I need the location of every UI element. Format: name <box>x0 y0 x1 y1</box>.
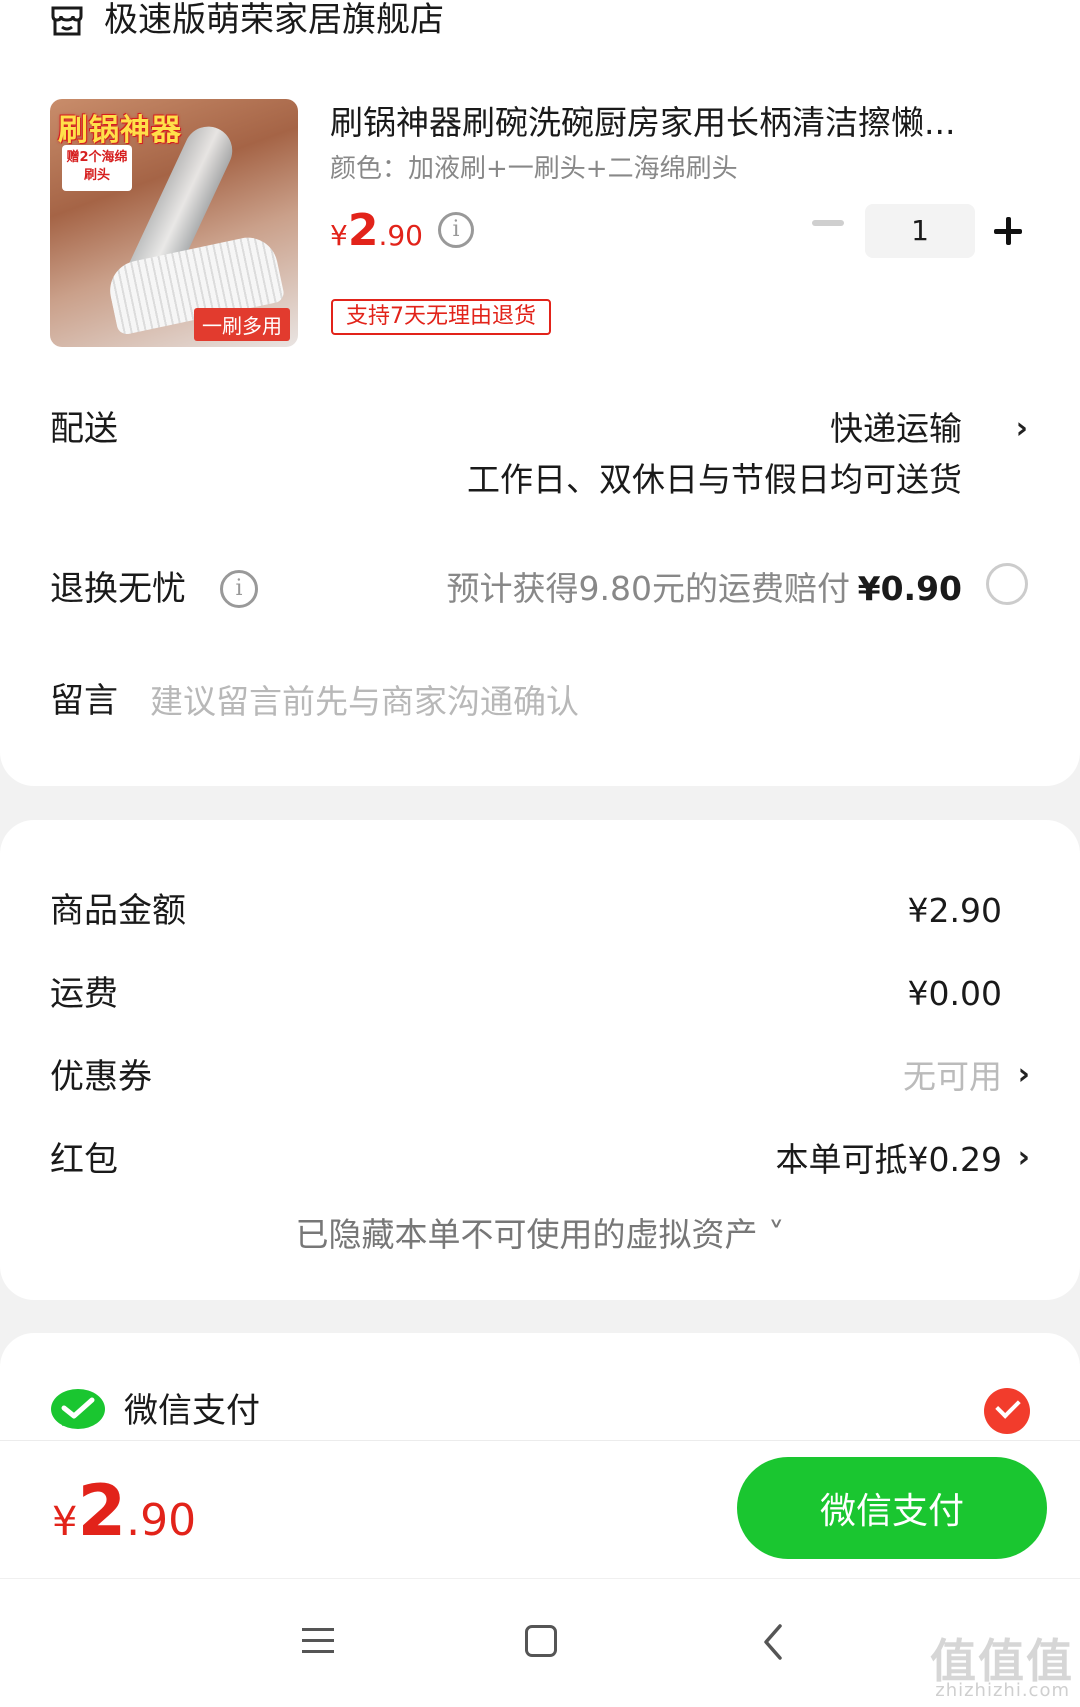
watermark-url: zhizhizhi.com <box>935 1680 1070 1701</box>
info-icon[interactable]: i <box>220 570 258 608</box>
product-image[interactable]: 刷锅神器 赠2个海绵刷头 一刷多用 <box>50 99 298 347</box>
checkmark-icon[interactable] <box>984 1388 1030 1434</box>
total-price-symbol: ¥ <box>52 1499 78 1545</box>
price-decimal: .90 <box>378 219 423 252</box>
chevron-right-icon[interactable]: › <box>1018 1053 1030 1097</box>
store-name[interactable]: 极速版萌荣家居旗舰店 <box>104 0 444 40</box>
return-worry-free-desc: 预计获得9.80元的运费赔付 <box>446 569 850 608</box>
coupon-value[interactable]: 无可用 <box>903 1055 1002 1099</box>
chevron-right-icon[interactable]: › <box>1018 1136 1030 1180</box>
delivery-method[interactable]: 快递运输 <box>830 407 962 451</box>
message-label: 留言 <box>50 681 118 721</box>
menu-icon[interactable] <box>302 1628 334 1654</box>
hidden-assets-toggle[interactable]: 已隐藏本单不可使用的虚拟资产 ˅ <box>0 1213 1080 1257</box>
quantity-increase-button[interactable] <box>990 212 1030 252</box>
store-icon <box>51 6 83 36</box>
shipping-fee-label: 运费 <box>50 974 118 1014</box>
price-info-icon[interactable]: i <box>438 212 474 248</box>
back-icon[interactable] <box>758 1622 788 1662</box>
red-packet-value[interactable]: 本单可抵¥0.29 <box>776 1138 1002 1182</box>
coupon-label: 优惠券 <box>50 1057 152 1097</box>
return-worry-free-price: ¥0.90 <box>857 569 962 608</box>
return-worry-free-label: 退换无忧 <box>50 569 186 609</box>
product-variant[interactable]: 颜色：加液刷+一刷头+二海绵刷头 <box>330 152 738 186</box>
quantity-decrease-button[interactable] <box>812 220 844 226</box>
product-price: ¥2.90 <box>330 205 423 256</box>
product-image-tag: 一刷多用 <box>194 308 290 341</box>
goods-amount-label: 商品金额 <box>50 891 186 931</box>
quantity-input[interactable]: 1 <box>865 204 975 258</box>
total-price: ¥2.90 <box>52 1470 196 1552</box>
return-policy-badge: 支持7天无理由退货 <box>331 299 551 335</box>
home-icon[interactable] <box>525 1625 557 1657</box>
return-worry-free-radio[interactable] <box>986 563 1028 605</box>
wechat-pay-icon <box>51 1389 105 1429</box>
wechat-pay-label[interactable]: 微信支付 <box>124 1389 260 1433</box>
price-symbol: ¥ <box>330 219 348 252</box>
product-title[interactable]: 刷锅神器刷碗洗碗厨房家用长柄清洁擦懒... <box>330 102 1020 144</box>
red-packet-label: 红包 <box>50 1140 118 1180</box>
product-image-gift: 赠2个海绵刷头 <box>62 145 132 191</box>
goods-amount-value: ¥2.90 <box>907 891 1002 930</box>
message-input[interactable] <box>150 679 1010 723</box>
total-price-integer: 2 <box>77 1470 127 1552</box>
pay-button[interactable]: 微信支付 <box>737 1457 1047 1559</box>
shipping-fee-value: ¥0.00 <box>907 974 1002 1013</box>
product-image-title: 刷锅神器 <box>58 113 182 148</box>
price-integer: 2 <box>347 205 379 256</box>
total-price-decimal: .90 <box>126 1495 197 1546</box>
delivery-description: 工作日、双休日与节假日均可送货 <box>467 460 962 499</box>
chevron-right-icon[interactable]: › <box>1016 407 1028 451</box>
delivery-label: 配送 <box>50 409 118 449</box>
